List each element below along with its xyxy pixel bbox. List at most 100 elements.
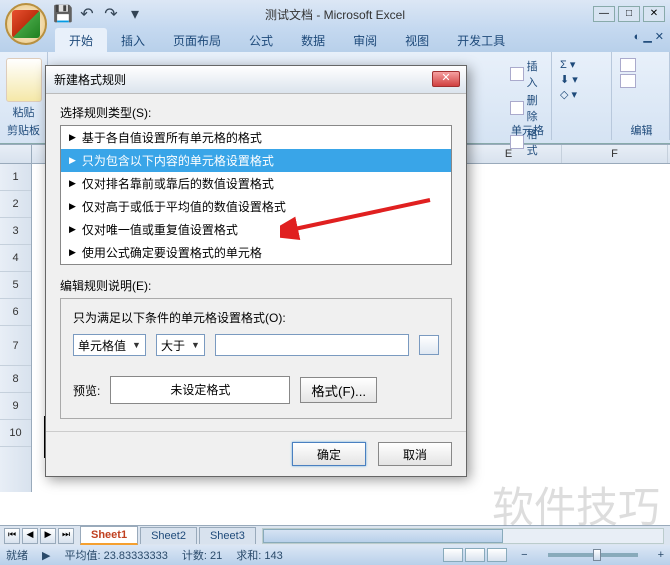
dialog-title-bar[interactable]: 新建格式规则 ✕ bbox=[46, 66, 466, 94]
rule-type-item[interactable]: ▶使用公式确定要设置格式的单元格 bbox=[61, 241, 451, 264]
tab-view[interactable]: 视图 bbox=[391, 28, 443, 52]
dialog-title: 新建格式规则 bbox=[54, 71, 126, 88]
sheet-nav-first[interactable]: ⏮ bbox=[4, 528, 20, 544]
paste-button[interactable] bbox=[6, 58, 42, 102]
row-header[interactable]: 8 bbox=[0, 366, 31, 393]
edit-rule-label: 编辑规则说明(E): bbox=[60, 277, 452, 294]
status-count: 计数: 21 bbox=[182, 547, 222, 563]
quick-access-toolbar: 💾 ↶ ↷ ▾ bbox=[55, 6, 143, 22]
undo-icon[interactable]: ↶ bbox=[79, 6, 95, 22]
horizontal-scrollbar[interactable] bbox=[262, 528, 664, 544]
tab-review[interactable]: 审阅 bbox=[339, 28, 391, 52]
ribbon-close-icon[interactable]: ✕ bbox=[655, 30, 664, 43]
clear-icon[interactable]: ◇ ▾ bbox=[560, 88, 577, 101]
zoom-in-button[interactable]: + bbox=[658, 549, 664, 561]
row-header[interactable]: 9 bbox=[0, 393, 31, 420]
tab-insert[interactable]: 插入 bbox=[107, 28, 159, 52]
zoom-thumb[interactable] bbox=[593, 549, 601, 561]
condition-operator-combo[interactable]: 大于▼ bbox=[156, 334, 205, 356]
sheet-tab[interactable]: Sheet1 bbox=[80, 526, 138, 545]
editing-group: Σ ▾ ⬇ ▾ ◇ ▾ bbox=[554, 52, 612, 140]
row-headers: 1 2 3 4 5 6 7 8 9 10 bbox=[0, 164, 32, 492]
edit-group-label: 编辑 bbox=[614, 122, 669, 138]
rule-type-item[interactable]: ▶仅对唯一值或重复值设置格式 bbox=[61, 218, 451, 241]
row-header[interactable]: 1 bbox=[0, 164, 31, 191]
row-header[interactable]: 2 bbox=[0, 191, 31, 218]
sheet-nav-last[interactable]: ⏭ bbox=[58, 528, 74, 544]
ribbon-tabs: 开始 插入 页面布局 公式 数据 审阅 视图 开发工具 ◐ ▁ ✕ bbox=[0, 28, 670, 52]
rule-type-list: ▶基于各自值设置所有单元格的格式 ▶只为包含以下内容的单元格设置格式 ▶仅对排名… bbox=[60, 125, 452, 265]
row-header[interactable]: 6 bbox=[0, 299, 31, 326]
col-header[interactable]: F bbox=[562, 145, 668, 163]
row-header[interactable]: 7 bbox=[0, 326, 31, 366]
dialog-close-button[interactable]: ✕ bbox=[432, 71, 460, 87]
format-preview: 未设定格式 bbox=[110, 376, 290, 404]
clipboard-group: 粘贴 剪贴板 bbox=[0, 52, 48, 140]
preview-label: 预览: bbox=[73, 382, 100, 399]
insert-cells-icon[interactable] bbox=[510, 67, 524, 81]
tab-layout[interactable]: 页面布局 bbox=[159, 28, 235, 52]
select-rule-type-label: 选择规则类型(S): bbox=[60, 104, 452, 121]
cells-insert-group: 插入 删除 格式 单元格 bbox=[504, 52, 552, 140]
record-macro-icon[interactable]: ▶ bbox=[42, 549, 50, 562]
rule-type-item[interactable]: ▶仅对高于或低于平均值的数值设置格式 bbox=[61, 195, 451, 218]
sheet-tab-bar: ⏮ ◀ ▶ ⏭ Sheet1 Sheet2 Sheet3 bbox=[0, 525, 670, 545]
col-header[interactable]: E bbox=[456, 145, 562, 163]
clipboard-group-label: 剪贴板 bbox=[0, 122, 47, 138]
zoom-slider[interactable] bbox=[548, 553, 638, 557]
delete-cells-icon[interactable] bbox=[510, 101, 524, 115]
rule-type-item[interactable]: ▶只为包含以下内容的单元格设置格式 bbox=[61, 149, 451, 172]
maximize-button[interactable]: □ bbox=[618, 6, 640, 22]
triangle-icon: ▶ bbox=[69, 224, 76, 235]
sheet-nav-next[interactable]: ▶ bbox=[40, 528, 56, 544]
tab-home[interactable]: 开始 bbox=[55, 28, 107, 52]
sort-icon[interactable] bbox=[620, 58, 636, 72]
redo-icon[interactable]: ↷ bbox=[103, 6, 119, 22]
row-header[interactable]: 3 bbox=[0, 218, 31, 245]
autosum-icon[interactable]: Σ ▾ bbox=[560, 58, 575, 71]
save-icon[interactable]: 💾 bbox=[55, 6, 71, 22]
sheet-tab[interactable]: Sheet3 bbox=[199, 527, 256, 544]
condition-value-input[interactable] bbox=[215, 334, 409, 356]
view-pagebreak-button[interactable] bbox=[487, 548, 507, 562]
tab-dev[interactable]: 开发工具 bbox=[443, 28, 519, 52]
edit-group: 编辑 bbox=[614, 52, 670, 140]
triangle-icon: ▶ bbox=[69, 155, 76, 166]
status-bar: 就绪 ▶ 平均值: 23.83333333 计数: 21 求和: 143 − + bbox=[0, 545, 670, 565]
paste-label: 粘贴 bbox=[6, 104, 41, 120]
minimize-button[interactable]: — bbox=[593, 6, 615, 22]
sheet-nav-prev[interactable]: ◀ bbox=[22, 528, 38, 544]
find-icon[interactable] bbox=[620, 74, 636, 88]
row-header[interactable]: 4 bbox=[0, 245, 31, 272]
row-header[interactable]: 5 bbox=[0, 272, 31, 299]
fill-icon[interactable]: ⬇ ▾ bbox=[560, 73, 578, 86]
title-bar: 💾 ↶ ↷ ▾ 测试文档 - Microsoft Excel — □ ✕ bbox=[0, 0, 670, 28]
status-average: 平均值: 23.83333333 bbox=[64, 547, 167, 563]
view-layout-button[interactable] bbox=[465, 548, 485, 562]
triangle-icon: ▶ bbox=[69, 247, 76, 258]
scrollbar-thumb[interactable] bbox=[263, 529, 503, 543]
zoom-out-button[interactable]: − bbox=[521, 549, 527, 561]
condition-target-combo[interactable]: 单元格值▼ bbox=[73, 334, 146, 356]
sheet-tab[interactable]: Sheet2 bbox=[140, 527, 197, 544]
help-icon[interactable]: ◐ bbox=[634, 31, 641, 43]
close-button[interactable]: ✕ bbox=[643, 6, 665, 22]
rule-type-item[interactable]: ▶基于各自值设置所有单元格的格式 bbox=[61, 126, 451, 149]
view-normal-button[interactable] bbox=[443, 548, 463, 562]
cancel-button[interactable]: 取消 bbox=[378, 442, 452, 466]
format-button[interactable]: 格式(F)... bbox=[300, 377, 377, 403]
triangle-icon: ▶ bbox=[69, 132, 76, 143]
row-header[interactable]: 10 bbox=[0, 420, 31, 447]
condition-label: 只为满足以下条件的单元格设置格式(O): bbox=[73, 309, 439, 326]
qat-dropdown-icon[interactable]: ▾ bbox=[127, 6, 143, 22]
status-sum: 求和: 143 bbox=[236, 547, 282, 563]
rule-type-item[interactable]: ▶仅对排名靠前或靠后的数值设置格式 bbox=[61, 172, 451, 195]
minimize-ribbon-icon[interactable]: ▁ bbox=[643, 30, 651, 43]
tab-formula[interactable]: 公式 bbox=[235, 28, 287, 52]
range-selector-button[interactable] bbox=[419, 335, 439, 355]
triangle-icon: ▶ bbox=[69, 201, 76, 212]
ok-button[interactable]: 确定 bbox=[292, 442, 366, 466]
tab-data[interactable]: 数据 bbox=[287, 28, 339, 52]
select-all-corner[interactable] bbox=[0, 145, 32, 163]
office-button[interactable] bbox=[5, 3, 47, 45]
